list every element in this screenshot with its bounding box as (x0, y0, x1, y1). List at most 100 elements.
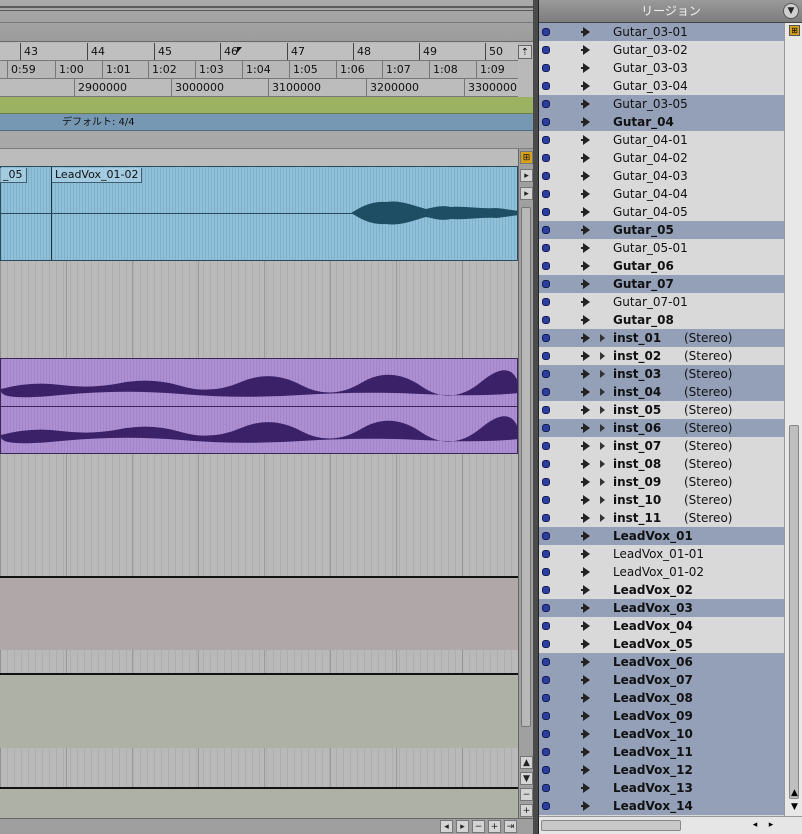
region-dot-icon[interactable] (542, 334, 550, 342)
scroll-thumb[interactable] (541, 820, 681, 831)
tracks-area[interactable]: _05 LeadVox_01-02 (0, 166, 519, 834)
region-dot-icon[interactable] (542, 424, 550, 432)
disclosure-triangle-icon[interactable] (600, 370, 605, 378)
region-dot-icon[interactable] (542, 622, 550, 630)
region-dot-icon[interactable] (542, 370, 550, 378)
zoom-icon[interactable]: ⊞ (789, 25, 800, 36)
region-list-items[interactable]: Gutar_03-01 Gutar_03-02 Gutar_03-03 Gutar_0… (539, 23, 784, 816)
region-dot-icon[interactable] (542, 712, 550, 720)
disclosure-triangle-icon[interactable] (600, 478, 605, 486)
region-list-item[interactable]: Gutar_04 (539, 113, 784, 131)
region-dot-icon[interactable] (542, 730, 550, 738)
region-dot-icon[interactable] (542, 226, 550, 234)
region-dot-icon[interactable] (542, 190, 550, 198)
region-dot-icon[interactable] (542, 640, 550, 648)
region-dot-icon[interactable] (542, 586, 550, 594)
region-dot-icon[interactable] (542, 496, 550, 504)
region-list-item[interactable]: LeadVox_06 (539, 653, 784, 671)
edit-vertical-scrollbar[interactable]: ⊞ ▸ ▸ ▲ ▼ − + (518, 149, 533, 834)
region-list-item[interactable]: Gutar_03-05 (539, 95, 784, 113)
region-list-vertical-scrollbar[interactable]: ⊞ ▲ ▼ (784, 23, 802, 816)
region-list-item[interactable]: inst_03 (Stereo) (539, 365, 784, 383)
region-list-item[interactable]: LeadVox_13 (539, 779, 784, 797)
empty-track[interactable] (0, 748, 518, 788)
region-dot-icon[interactable] (542, 784, 550, 792)
disclosure-triangle-icon[interactable] (600, 460, 605, 468)
empty-track[interactable] (0, 650, 518, 674)
region-list-item[interactable]: inst_06 (Stereo) (539, 419, 784, 437)
menu-popup-icon[interactable]: ▼ (783, 3, 799, 19)
region-list-item[interactable]: Gutar_04-03 (539, 167, 784, 185)
region-list-item[interactable]: LeadVox_05 (539, 635, 784, 653)
zoom-icon[interactable]: ⊞ (520, 151, 533, 164)
region-list-item[interactable]: Gutar_04-01 (539, 131, 784, 149)
region-dot-icon[interactable] (542, 208, 550, 216)
zoom-in-icon[interactable]: + (488, 820, 501, 833)
disclosure-triangle-icon[interactable] (600, 442, 605, 450)
region-list-item[interactable]: Gutar_04-05 (539, 203, 784, 221)
region-dot-icon[interactable] (542, 460, 550, 468)
zoom-out-icon[interactable]: − (472, 820, 485, 833)
region-dot-icon[interactable] (542, 298, 550, 306)
region-dot-icon[interactable] (542, 262, 550, 270)
region-list-item[interactable]: inst_04 (Stereo) (539, 383, 784, 401)
region-list-item[interactable]: LeadVox_01-02 (539, 563, 784, 581)
region-dot-icon[interactable] (542, 604, 550, 612)
meter-ruler[interactable]: デフォルト: 4/4 (0, 114, 533, 131)
region-dot-icon[interactable] (542, 388, 550, 396)
region-list-item[interactable]: inst_10 (Stereo) (539, 491, 784, 509)
disclosure-triangle-icon[interactable] (600, 406, 605, 414)
scroll-right-icon[interactable]: ▸ (456, 820, 469, 833)
scroll-thumb[interactable] (789, 425, 799, 799)
disclosure-triangle-icon[interactable] (600, 514, 605, 522)
region-list-item[interactable]: LeadVox_14 (539, 797, 784, 815)
disclosure-triangle-icon[interactable] (600, 352, 605, 360)
region-list-item[interactable]: inst_11 (Stereo) (539, 509, 784, 527)
region-dot-icon[interactable] (542, 136, 550, 144)
region-dot-icon[interactable] (542, 82, 550, 90)
empty-track[interactable] (0, 261, 518, 358)
region-list-item[interactable]: Gutar_05 (539, 221, 784, 239)
samples-ruler[interactable]: 2900000 3000000 3100000 3200000 3300000 (0, 79, 518, 97)
region-list-item[interactable]: inst_07 (Stereo) (539, 437, 784, 455)
region-list-item[interactable]: LeadVox_01 (539, 527, 784, 545)
region-list-item[interactable]: LeadVox_01-01 (539, 545, 784, 563)
aux-track[interactable] (0, 673, 518, 748)
region-dot-icon[interactable] (542, 550, 550, 558)
scroll-left-icon[interactable]: ◂ (749, 819, 761, 831)
region-dot-icon[interactable] (542, 244, 550, 252)
bars-ruler[interactable]: 43 44 45 46 47 48 49 50 (0, 43, 518, 61)
region-dot-icon[interactable] (542, 442, 550, 450)
disclosure-triangle-icon[interactable] (600, 388, 605, 396)
region-dot-icon[interactable] (542, 568, 550, 576)
region-list-item[interactable]: Gutar_03-03 (539, 59, 784, 77)
region-list-item[interactable]: inst_01 (Stereo) (539, 329, 784, 347)
region-list-item[interactable]: Gutar_03-04 (539, 77, 784, 95)
playhead-marker-icon[interactable] (237, 47, 242, 53)
region-dot-icon[interactable] (542, 694, 550, 702)
region-dot-icon[interactable] (542, 154, 550, 162)
region-dot-icon[interactable] (542, 514, 550, 522)
region-list-item[interactable]: LeadVox_10 (539, 725, 784, 743)
region-list-item[interactable]: LeadVox_04 (539, 617, 784, 635)
region-dot-icon[interactable] (542, 118, 550, 126)
region-list-item[interactable]: Gutar_04-04 (539, 185, 784, 203)
scroll-down-icon[interactable]: ▼ (789, 802, 800, 813)
scroll-arrow-icon[interactable]: ▸ (520, 169, 533, 182)
region-dot-icon[interactable] (542, 28, 550, 36)
audio-region-stereo[interactable] (0, 358, 519, 454)
region-list-item[interactable]: inst_02 (Stereo) (539, 347, 784, 365)
region-list-item[interactable]: LeadVox_07 (539, 671, 784, 689)
edit-horizontal-scrollbar[interactable]: ◂ ▸ − + ⇥ (0, 818, 533, 834)
region-list-item[interactable]: LeadVox_02 (539, 581, 784, 599)
ruler-collapse-button[interactable]: ⇡ (518, 45, 532, 59)
zoom-fit-icon[interactable]: ⇥ (504, 820, 517, 833)
region-list-horizontal-scrollbar[interactable]: ◂ ▸ (539, 816, 802, 834)
region-dot-icon[interactable] (542, 46, 550, 54)
region-list-item[interactable]: Gutar_08 (539, 311, 784, 329)
region-list-item[interactable]: Gutar_03-02 (539, 41, 784, 59)
region-list-item[interactable]: inst_08 (Stereo) (539, 455, 784, 473)
region-list-item[interactable]: Gutar_04-02 (539, 149, 784, 167)
region-dot-icon[interactable] (542, 406, 550, 414)
region-dot-icon[interactable] (542, 802, 550, 810)
